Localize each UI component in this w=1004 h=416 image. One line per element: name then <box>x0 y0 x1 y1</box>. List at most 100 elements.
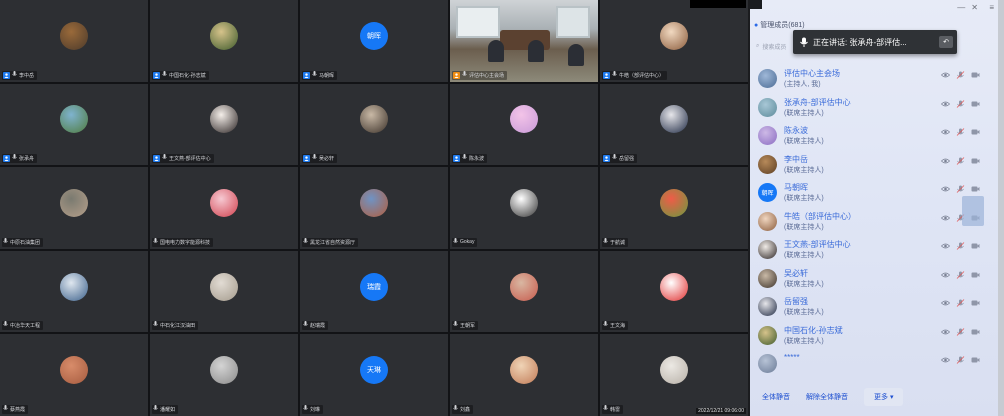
camera-icon[interactable] <box>971 100 980 108</box>
member-avatar <box>758 297 777 316</box>
participant-tile[interactable]: 潘耀如 <box>150 334 298 416</box>
participant-tile[interactable]: 中冶华天工程 <box>0 250 148 333</box>
close-icon[interactable]: ✕ <box>971 3 978 12</box>
unmute-all-button[interactable]: 解除全体静音 <box>806 388 848 406</box>
member-row[interactable]: 岳留强 (联席主持人) <box>750 291 998 320</box>
eye-icon[interactable] <box>941 128 950 136</box>
eye-icon[interactable] <box>941 214 950 222</box>
eye-icon[interactable] <box>941 299 950 307</box>
member-row[interactable]: 中国石化-孙志斌 (联席主持人) <box>750 320 998 349</box>
camera-icon[interactable] <box>971 271 980 279</box>
participant-tile[interactable]: 于航诚 <box>600 167 748 249</box>
member-row[interactable]: ***** <box>750 348 998 377</box>
eye-icon[interactable] <box>941 185 950 193</box>
camera-icon[interactable] <box>971 71 980 79</box>
microphone-icon <box>303 237 308 247</box>
microphone-icon <box>800 37 808 47</box>
camera-icon[interactable] <box>971 242 980 250</box>
participant-tile[interactable]: 牛皓（部评估中心） <box>600 0 748 82</box>
participant-label: 王文燕-部评估中心 <box>152 154 214 164</box>
participant-tile[interactable]: 张承舟 <box>0 83 148 166</box>
participant-tile[interactable]: 岳留强 <box>600 83 748 166</box>
mic-off-icon[interactable] <box>956 185 965 193</box>
participant-tile[interactable]: 黑龙江省自然资源厅 <box>300 167 448 249</box>
participant-name: 张承舟 <box>19 156 35 163</box>
member-row[interactable]: 王文燕-部评估中心 (联席主持人) <box>750 234 998 263</box>
member-name: 岳留强 <box>784 297 808 306</box>
mic-off-icon[interactable] <box>956 99 965 108</box>
participant-label: 吴必轩 <box>302 154 338 164</box>
microphone-icon <box>603 237 608 247</box>
floating-button[interactable] <box>962 196 984 226</box>
eye-icon[interactable] <box>941 100 950 108</box>
camera-icon[interactable] <box>971 157 980 165</box>
avatar <box>210 189 238 218</box>
participant-label: 中石化江汉油田 <box>152 321 199 331</box>
participant-tile[interactable]: 中原石油集团 <box>0 167 148 249</box>
participant-tile[interactable]: Gokay <box>450 167 598 249</box>
mic-off-icon[interactable] <box>956 299 965 307</box>
menu-icon[interactable]: ≡ <box>989 3 994 12</box>
member-role: (联席主持人) <box>784 280 824 288</box>
participant-name: 中石化江汉油田 <box>160 323 196 330</box>
participant-tile[interactable]: 王文海 <box>600 250 748 333</box>
participant-tile[interactable]: 朝晖 马朝晖 <box>300 0 448 82</box>
camera-icon[interactable] <box>971 356 980 364</box>
eye-icon[interactable] <box>941 242 950 250</box>
minimize-icon[interactable]: — <box>957 3 965 12</box>
member-avatar <box>758 354 777 373</box>
camera-icon[interactable] <box>971 328 980 336</box>
microphone-icon <box>462 70 467 80</box>
participant-tile[interactable]: 评估中心主会场 <box>450 0 598 82</box>
member-name: 王文燕-部评估中心 <box>784 240 851 249</box>
member-name: 评估中心主会场 <box>784 69 840 78</box>
participant-tile[interactable]: 中石化江汉油田 <box>150 250 298 333</box>
microphone-icon <box>303 404 308 414</box>
mic-off-icon[interactable] <box>956 327 965 336</box>
participant-tile[interactable]: 王文燕-部评估中心 <box>150 83 298 166</box>
eye-icon[interactable] <box>941 356 950 364</box>
mute-all-button[interactable]: 全体静音 <box>762 388 790 406</box>
camera-icon[interactable] <box>971 299 980 307</box>
member-name: 陈永波 <box>784 126 808 135</box>
member-row[interactable]: 张承舟-部评估中心 (联席主持人) <box>750 92 998 121</box>
participant-name: 蔡燕霞 <box>10 406 26 413</box>
camera-icon[interactable] <box>971 185 980 193</box>
member-row[interactable]: 陈永波 (联席主持人) <box>750 120 998 149</box>
participant-tile[interactable]: 蔡燕霞 <box>0 334 148 416</box>
mic-off-icon[interactable] <box>956 356 965 364</box>
participant-name: 中国石化-孙志斌 <box>169 72 206 79</box>
microphone-icon <box>462 154 467 163</box>
mic-off-icon[interactable] <box>956 156 965 165</box>
member-row[interactable]: 李中岳 (联席主持人) <box>750 149 998 178</box>
participant-tile[interactable]: 天琳 刘琳 <box>300 334 448 416</box>
member-row[interactable]: 评估中心主会场 (主持人, 我) <box>750 63 998 92</box>
mic-off-icon[interactable] <box>956 128 965 136</box>
mic-off-icon[interactable] <box>956 71 965 79</box>
participant-tile[interactable]: 刘鑫 <box>450 334 598 416</box>
mic-off-icon[interactable] <box>956 270 965 279</box>
member-row[interactable]: 吴必轩 (联席主持人) <box>750 263 998 292</box>
participant-tile[interactable]: 陈永波 <box>450 83 598 166</box>
user-icon <box>453 71 460 79</box>
participant-tile[interactable]: 中国石化-孙志斌 <box>150 0 298 82</box>
participant-tile[interactable]: 吴必轩 <box>300 83 448 166</box>
eye-icon[interactable] <box>941 157 950 165</box>
members-icon: ● <box>754 21 759 29</box>
back-icon[interactable]: ↶ <box>939 36 953 48</box>
member-row[interactable]: 朝晖 马朝晖 (联席主持人) <box>750 177 998 206</box>
member-row[interactable]: 牛皓（部评估中心） (联席主持人) <box>750 206 998 235</box>
camera-icon[interactable] <box>971 128 980 136</box>
participant-tile[interactable]: 韩雷 2022/12/21 09:06:00 <box>600 334 748 416</box>
mic-off-icon[interactable] <box>956 242 965 250</box>
participant-tile[interactable]: 瑞霞 赵瑞霞 <box>300 250 448 333</box>
more-button[interactable]: 更多 ▾ <box>864 388 904 406</box>
eye-icon[interactable] <box>941 271 950 279</box>
participant-tile[interactable]: 李中岳 <box>0 0 148 82</box>
eye-icon[interactable] <box>941 328 950 336</box>
eye-icon[interactable] <box>941 71 950 79</box>
participant-label: 评估中心主会场 <box>452 70 508 80</box>
participant-tile[interactable]: 王朝军 <box>450 250 598 333</box>
participant-label: 李中岳 <box>2 70 38 80</box>
participant-tile[interactable]: 国电电力数字能源科技 <box>150 167 298 249</box>
